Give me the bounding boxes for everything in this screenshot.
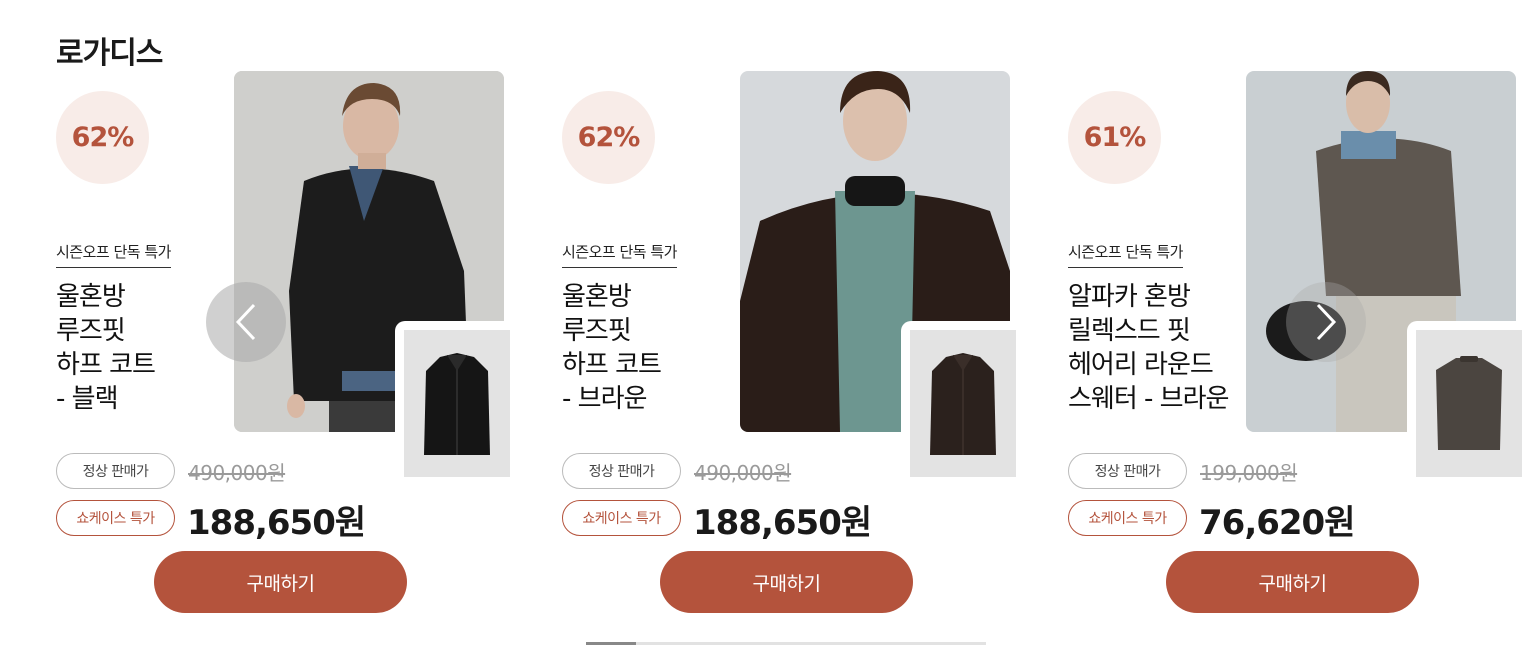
regular-price-label: 정상 판매가: [56, 453, 175, 489]
chevron-left-icon: [235, 303, 256, 341]
product-card-2: 62% 시즌오프 단독 특가 울혼방 루즈핏 하프 코트 - 브라운 정상 판매…: [562, 0, 1042, 649]
buy-button[interactable]: 구매하기: [660, 551, 913, 613]
sale-price: 76,620원: [1199, 503, 1355, 543]
product-name-line: 알파카 혼방: [1068, 282, 1191, 312]
product-name-line: - 블랙: [56, 384, 119, 414]
promo-label: 시즌오프 단독 특가: [1068, 241, 1183, 268]
product-thumbnail[interactable]: [1407, 321, 1527, 484]
buy-button[interactable]: 구매하기: [154, 551, 407, 613]
regular-price-label: 정상 판매가: [1068, 453, 1187, 489]
sale-price: 188,650원: [693, 503, 872, 543]
carousel-prev-button[interactable]: [206, 282, 286, 362]
chevron-right-icon: [1316, 303, 1337, 341]
product-name-line: 릴렉스드 핏: [1068, 316, 1191, 346]
product-thumbnail[interactable]: [901, 321, 1021, 484]
original-price: 199,000원: [1200, 461, 1298, 485]
product-name-line: 울혼방: [562, 282, 632, 312]
sale-price: 188,650원: [187, 503, 366, 543]
product-name[interactable]: 알파카 혼방 릴렉스드 핏 헤어리 라운드 스웨터 - 브라운: [1068, 280, 1268, 416]
promo-label: 시즌오프 단독 특가: [562, 241, 677, 268]
product-card-1: 62% 시즌오프 단독 특가 울혼방 루즈핏 하프 코트 - 블랙 정상 판매가…: [56, 0, 536, 649]
buy-button[interactable]: 구매하기: [1166, 551, 1419, 613]
product-name-line: 스웨터 - 브라운: [1068, 384, 1229, 414]
carousel-next-button[interactable]: [1286, 282, 1366, 362]
discount-badge: 62%: [56, 91, 149, 184]
discount-badge: 62%: [562, 91, 655, 184]
product-name-line: 하프 코트: [562, 350, 662, 380]
original-price: 490,000원: [188, 461, 286, 485]
regular-price-label: 정상 판매가: [562, 453, 681, 489]
product-name-line: 루즈핏: [562, 316, 632, 346]
carousel-progress-fill: [586, 642, 636, 645]
discount-badge: 61%: [1068, 91, 1161, 184]
product-name[interactable]: 울혼방 루즈핏 하프 코트 - 브라운: [562, 280, 762, 416]
product-thumbnail[interactable]: [395, 321, 515, 484]
original-price: 490,000원: [694, 461, 792, 485]
special-price-label: 쇼케이스 특가: [56, 500, 175, 536]
carousel-progress-track: [586, 642, 986, 645]
product-name-line: - 브라운: [562, 384, 647, 414]
promo-label: 시즌오프 단독 특가: [56, 241, 171, 268]
special-price-label: 쇼케이스 특가: [562, 500, 681, 536]
special-price-label: 쇼케이스 특가: [1068, 500, 1187, 536]
product-name-line: 헤어리 라운드: [1068, 350, 1214, 380]
